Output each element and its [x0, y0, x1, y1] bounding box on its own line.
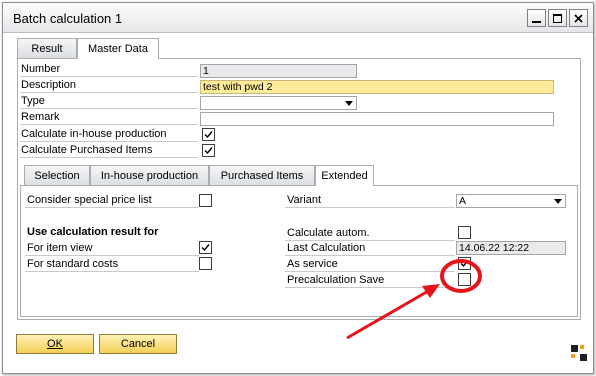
item-view-underline — [25, 255, 199, 256]
tab-result-label: Result — [31, 42, 63, 55]
last-calc-field[interactable]: 14.06.22 12:22 — [456, 241, 566, 255]
tab-master-data[interactable]: Master Data — [77, 38, 159, 59]
maximize-icon — [553, 13, 562, 23]
variant-label: Variant — [287, 194, 322, 206]
close-button[interactable] — [569, 9, 588, 27]
calc-autom-underline — [285, 240, 455, 241]
use-calc-heading: Use calculation result for — [27, 226, 159, 238]
tab-in-house-production[interactable]: In-house production — [90, 165, 209, 185]
precalc-save-checkbox[interactable] — [458, 273, 471, 286]
standard-costs-underline — [25, 271, 199, 272]
type-dropdown[interactable] — [200, 96, 357, 110]
tab-purchased-items[interactable]: Purchased Items — [209, 165, 315, 185]
tab-master-data-label: Master Data — [88, 43, 148, 55]
calc-autom-label: Calculate autom. — [287, 227, 370, 239]
extended-panel: Consider special price list Use calculat… — [20, 185, 578, 317]
description-underline — [20, 92, 198, 93]
title-bar[interactable]: Batch calculation 1 — [3, 3, 593, 33]
number-field[interactable]: 1 — [200, 64, 357, 78]
maximize-button[interactable] — [548, 9, 567, 27]
remark-underline — [20, 124, 198, 125]
tab-in-house-production-label: In-house production — [100, 169, 199, 182]
number-underline — [20, 76, 198, 77]
as-service-label: As service — [287, 258, 338, 270]
cancel-button-label: Cancel — [120, 338, 156, 350]
precalc-save-underline — [285, 287, 455, 288]
standard-costs-label: For standard costs — [27, 258, 119, 270]
item-view-checkbox[interactable] — [199, 241, 212, 254]
description-field[interactable]: test with pwd 2 — [200, 80, 554, 94]
special-price-label: Consider special price list — [27, 194, 152, 206]
calc-inhouse-checkbox[interactable] — [202, 128, 215, 141]
close-icon — [574, 13, 583, 23]
variant-dropdown[interactable]: A — [456, 194, 566, 208]
tab-selection[interactable]: Selection — [24, 165, 90, 185]
tab-extended-label: Extended — [321, 170, 368, 182]
remark-field[interactable] — [200, 112, 554, 126]
master-data-panel: Number 1 Description test with pwd 2 Typ… — [17, 58, 581, 320]
calc-inhouse-underline — [20, 141, 198, 142]
number-label: Number — [21, 63, 61, 75]
type-label: Type — [21, 95, 45, 107]
special-price-underline — [25, 207, 199, 208]
checkmark-icon — [460, 260, 469, 268]
ok-button-label: OK — [47, 338, 63, 350]
tab-result[interactable]: Result — [17, 38, 77, 58]
last-calc-label: Last Calculation — [287, 242, 366, 254]
calc-purchased-checkbox[interactable] — [202, 144, 215, 157]
remark-label: Remark — [21, 111, 60, 123]
checkmark-icon — [204, 131, 213, 139]
precalc-save-label: Precalculation Save — [287, 274, 385, 286]
dropdown-arrow-icon — [554, 199, 562, 204]
calc-purchased-label: Calculate Purchased Items — [21, 144, 153, 156]
cancel-button[interactable]: Cancel — [99, 334, 177, 354]
last-calc-underline — [285, 255, 455, 256]
item-view-label: For item view — [27, 242, 93, 254]
ok-button[interactable]: OK — [16, 334, 94, 354]
checkmark-icon — [204, 147, 213, 155]
description-label: Description — [21, 79, 77, 91]
tab-extended[interactable]: Extended — [315, 165, 374, 186]
tab-selection-label: Selection — [34, 169, 80, 182]
special-price-checkbox[interactable] — [199, 194, 212, 207]
calc-inhouse-label: Calculate in-house production — [21, 128, 167, 140]
calc-purchased-underline — [20, 157, 198, 158]
dropdown-arrow-icon — [345, 101, 353, 106]
type-underline — [20, 108, 198, 109]
tab-purchased-items-label: Purchased Items — [220, 169, 304, 182]
variant-value: A — [459, 195, 467, 207]
minimize-button[interactable] — [527, 9, 546, 27]
minimize-icon — [532, 20, 541, 23]
batch-calculation-window: Batch calculation 1 Result Master Data N… — [2, 2, 594, 374]
variant-underline — [285, 207, 455, 208]
as-service-checkbox[interactable] — [458, 257, 471, 270]
window-title: Batch calculation 1 — [13, 11, 123, 26]
calc-autom-checkbox[interactable] — [458, 226, 471, 239]
as-service-underline — [285, 271, 455, 272]
checkmark-icon — [201, 244, 210, 252]
standard-costs-checkbox[interactable] — [199, 257, 212, 270]
sap-logo-icon — [571, 345, 587, 361]
